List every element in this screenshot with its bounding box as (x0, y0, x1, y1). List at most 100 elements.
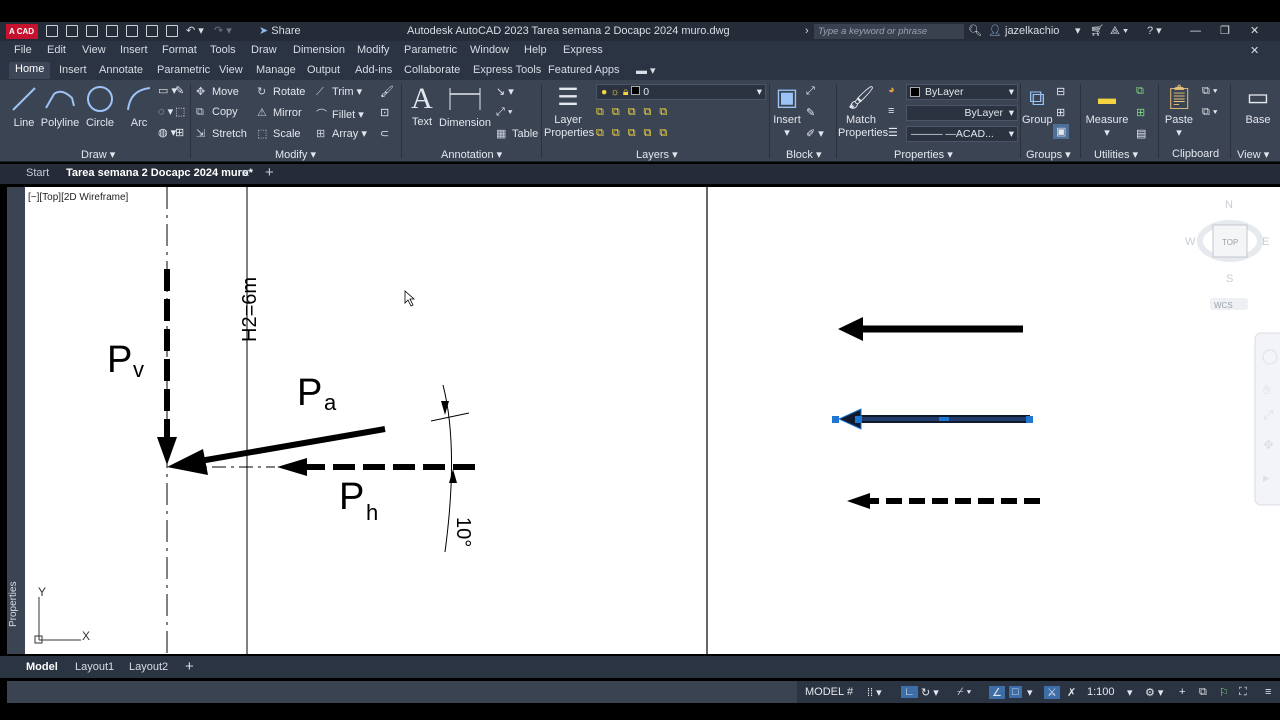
grip-start[interactable] (832, 416, 839, 423)
model-tab[interactable]: Model (26, 661, 58, 673)
grip-end[interactable] (1026, 416, 1033, 423)
draw-panel-title[interactable]: Draw ▾ (81, 148, 115, 161)
pa-force-line[interactable] (199, 426, 386, 464)
menu-modify[interactable]: Modify (357, 44, 389, 56)
leader-icon[interactable]: ↘ ▾ (496, 85, 514, 98)
pv-label[interactable]: P (107, 339, 132, 381)
insert-button[interactable]: ▣ Insert ▾ (772, 82, 802, 139)
quick-properties-icon[interactable]: ⚐ (1219, 686, 1229, 699)
chevron-down-icon[interactable]: ▾ (1027, 686, 1033, 699)
measure-button[interactable]: ▬ Measure ▾ (1084, 82, 1130, 139)
angle-extension-line[interactable] (430, 412, 470, 422)
array-button[interactable]: ⊞ Array ▾ (316, 127, 367, 140)
create-block-icon[interactable]: ⤢ (806, 85, 815, 98)
object-snap-icon[interactable]: □ (1009, 686, 1022, 698)
sample-dashed-arrowhead[interactable] (847, 493, 870, 509)
menu-parametric[interactable]: Parametric (404, 44, 457, 56)
object-snap-tracking-icon[interactable]: ∠ (989, 686, 1005, 699)
viewcube-east[interactable]: E (1262, 236, 1269, 248)
layer-tools-row-2[interactable]: ⧉⧉⧉⧉⧉ (596, 127, 675, 140)
ortho-icon[interactable]: ∟ (901, 686, 918, 698)
tab-express-tools[interactable]: Express Tools (473, 64, 541, 76)
annotation-panel-title[interactable]: Annotation ▾ (441, 148, 502, 161)
menu-draw[interactable]: Draw (251, 44, 277, 56)
pa-subscript[interactable]: a (324, 390, 337, 415)
layer-tools-row-1[interactable]: ⧉⧉⧉⧉⧉ (596, 106, 675, 119)
autodesk-app-icon[interactable]: ⟁ ▾ (1110, 24, 1128, 39)
search-input[interactable]: Type a keyword or phrase (814, 24, 964, 39)
viewcube-north[interactable]: N (1225, 199, 1233, 211)
save-icon[interactable] (86, 25, 98, 37)
tab-home[interactable]: Home (9, 62, 51, 79)
draw-extra-2-icon[interactable]: ⬚ (175, 105, 185, 118)
annotation-scale-icon[interactable]: ✗ (1067, 686, 1076, 699)
mirror-button[interactable]: ⚠ Mirror (257, 106, 302, 119)
menu-file[interactable]: File (14, 44, 32, 56)
id-point-icon[interactable]: ▤ (1136, 127, 1146, 140)
angle-arrowhead-bottom[interactable] (449, 469, 457, 483)
menu-tools[interactable]: Tools (210, 44, 236, 56)
utilities-panel-title[interactable]: Utilities ▾ (1094, 148, 1138, 161)
ph-arrowhead[interactable] (277, 458, 307, 476)
clean-screen-icon[interactable]: ⛶ (1239, 686, 1247, 699)
copy-clip-icon[interactable]: ⧉ ▾ (1202, 85, 1218, 98)
chevron-down-icon[interactable]: ▾ (1127, 686, 1133, 699)
erase-icon[interactable]: 🖌︎ (380, 85, 394, 98)
text-button[interactable]: A Text (408, 82, 436, 128)
tab-add-ins[interactable]: Add-ins (355, 64, 392, 76)
help-icon[interactable]: ? ▾ (1147, 24, 1162, 39)
sample-solid-arrowhead[interactable] (838, 317, 863, 341)
pa-arrowhead[interactable] (167, 449, 208, 475)
fillet-button[interactable]: ⌒ Fillet ▾ (316, 106, 364, 122)
ribbon-toggle-icon[interactable]: ▬ ▾ (636, 64, 656, 77)
offset-icon[interactable]: ⊂ (380, 127, 389, 140)
zoom-icon[interactable]: ⤢ (1263, 407, 1273, 422)
start-tab[interactable]: Start (26, 167, 49, 179)
menu-window[interactable]: Window (470, 44, 509, 56)
circle-button[interactable]: Circle (84, 84, 116, 129)
tab-featured-apps[interactable]: Featured Apps (548, 64, 620, 76)
save-web-icon[interactable] (146, 25, 158, 37)
save-as-icon[interactable] (106, 25, 118, 37)
chevron-right-icon[interactable]: › (805, 24, 809, 39)
multileader-icon[interactable]: ⤢ ▾ (496, 106, 512, 119)
layer-properties-button[interactable]: ☰ Layer Properties (544, 82, 594, 140)
trim-button[interactable]: ⟋ Trim ▾ (316, 85, 362, 99)
groups-panel-title[interactable]: Groups ▾ (1026, 148, 1071, 161)
new-tab-plus-icon[interactable]: + (265, 164, 274, 181)
tab-view[interactable]: View (219, 64, 243, 76)
pv-subscript[interactable]: v (133, 357, 144, 382)
menu-dimension[interactable]: Dimension (293, 44, 345, 56)
copy-button[interactable]: ⧉ Copy (196, 106, 238, 119)
open-web-icon[interactable] (126, 25, 138, 37)
linetype-icon[interactable]: ☰ (888, 126, 898, 139)
close-drawing-icon[interactable]: ✕ (1250, 44, 1259, 57)
cart-icon[interactable]: 🛒︎ (1090, 24, 1104, 39)
clipboard-panel-title[interactable]: Clipboard (1172, 148, 1219, 160)
quick-select-icon[interactable]: ⧉ (1136, 85, 1144, 98)
restore-icon[interactable]: ❐ (1220, 24, 1230, 39)
grip-arrow[interactable] (855, 416, 862, 423)
menu-view[interactable]: View (82, 44, 106, 56)
viewcube-south[interactable]: S (1226, 273, 1233, 285)
polyline-button[interactable]: Polyline (40, 84, 80, 129)
grip-mid[interactable] (939, 417, 949, 421)
scale-button[interactable]: ⬚ Scale (257, 127, 301, 140)
arc-button[interactable]: Arc (124, 84, 154, 129)
undo-icon[interactable]: ↶ ▾ (186, 24, 204, 39)
chevron-down-icon[interactable]: ▾ (1075, 24, 1081, 39)
viewcube-top-label[interactable]: TOP (1222, 238, 1238, 247)
application-menu-button[interactable]: A CAD (6, 24, 38, 39)
dimension-text[interactable]: H2=6m (239, 277, 261, 342)
workspace-gear-icon[interactable]: ⚙ ▾ (1145, 686, 1163, 699)
group-button[interactable]: ⧉ Group (1022, 82, 1053, 126)
ungroup-icon[interactable]: ⊟ (1056, 85, 1065, 98)
color-wheel-icon[interactable]: ◕ (888, 84, 895, 96)
pv-arrowhead[interactable] (157, 437, 177, 465)
table-button[interactable]: ▦ Table (496, 127, 538, 140)
layout2-tab[interactable]: Layout2 (129, 661, 168, 673)
gradient-icon[interactable]: ◍ ▾ (158, 126, 176, 139)
command-line-input[interactable] (7, 681, 797, 703)
group-select-icon[interactable]: ▣ (1053, 124, 1070, 139)
draw-extra-icon[interactable]: ✎ (175, 84, 184, 97)
